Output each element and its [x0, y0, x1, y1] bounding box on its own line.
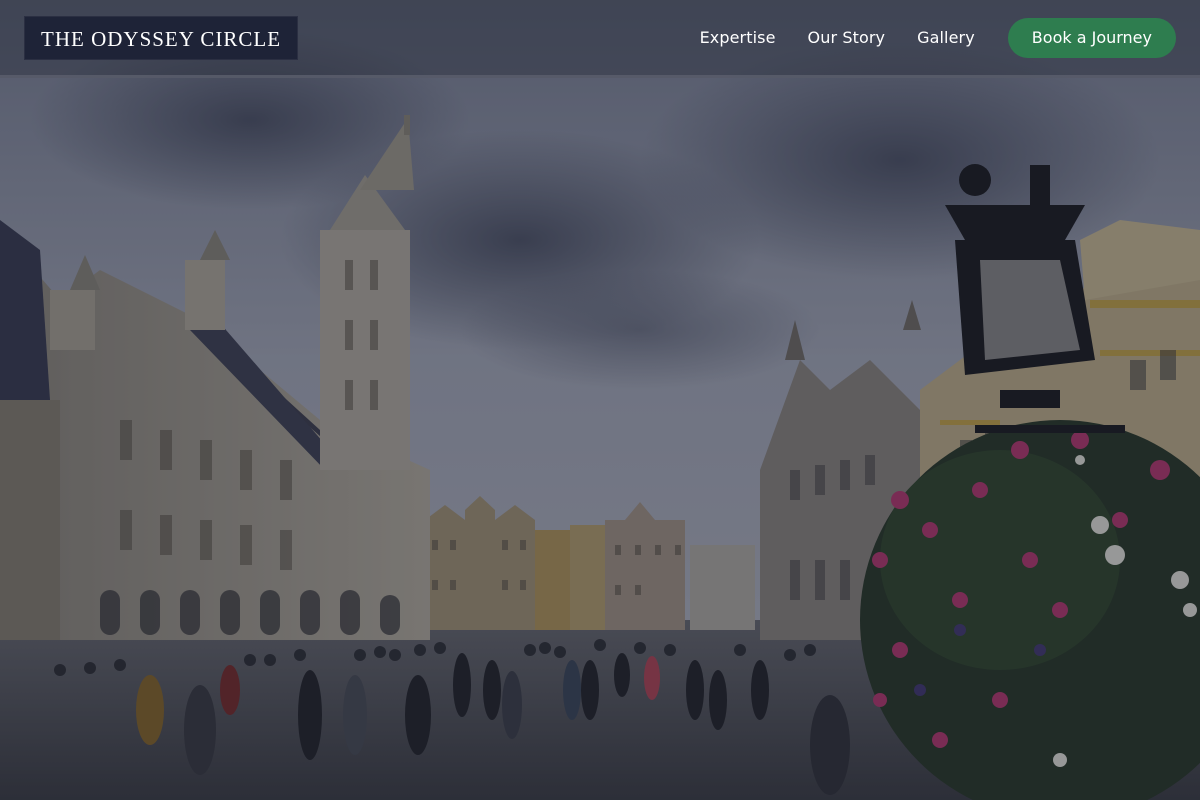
hero-dark-overlay	[0, 0, 1200, 800]
nav-link-gallery[interactable]: Gallery	[917, 28, 975, 47]
brand-logo[interactable]: THE ODYSSEY CIRCLE	[24, 15, 299, 60]
nav-link-expertise[interactable]: Expertise	[700, 28, 776, 47]
book-a-journey-button[interactable]: Book a Journey	[1007, 17, 1176, 58]
nav-link-our-story[interactable]: Our Story	[808, 28, 886, 47]
main-nav: Expertise Our Story Gallery Book a Journ…	[700, 17, 1176, 58]
top-navbar: THE ODYSSEY CIRCLE Expertise Our Story G…	[0, 0, 1200, 78]
